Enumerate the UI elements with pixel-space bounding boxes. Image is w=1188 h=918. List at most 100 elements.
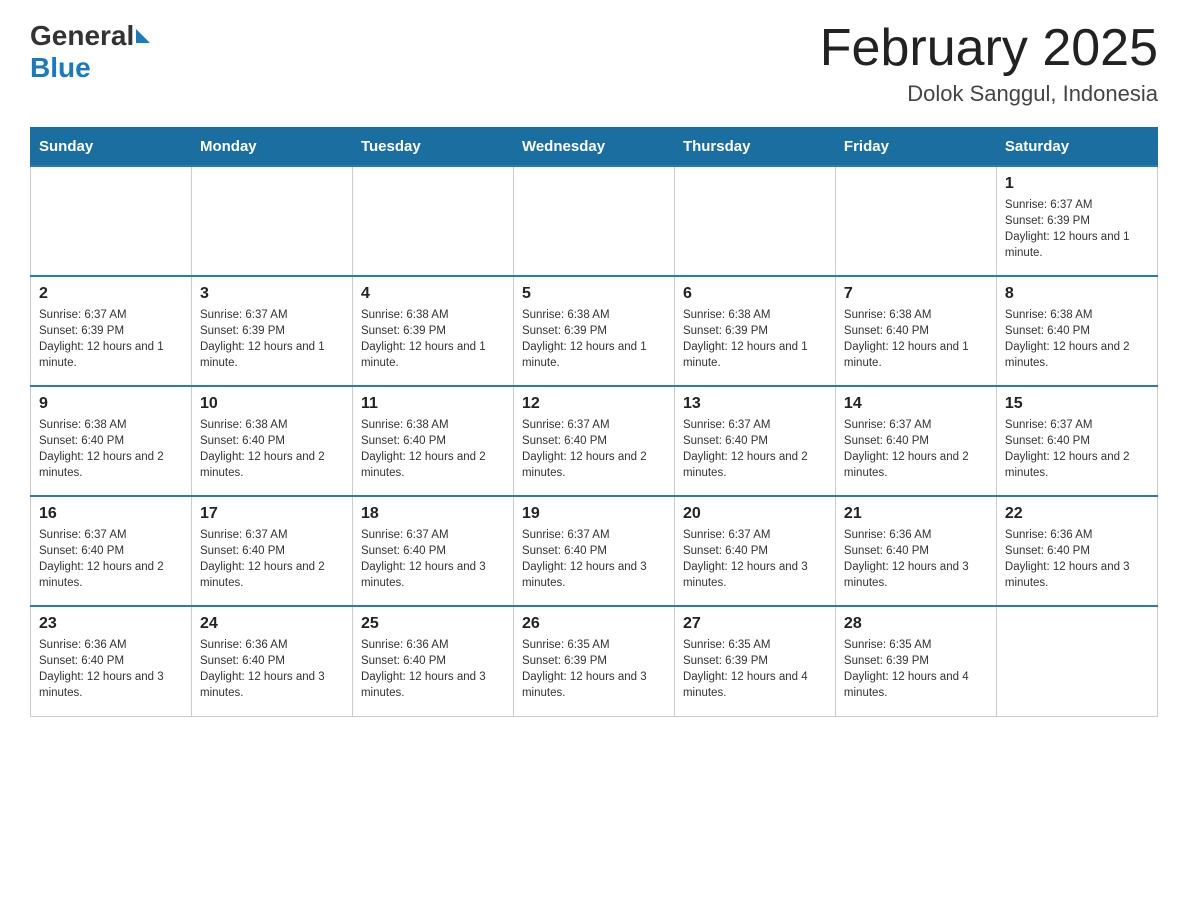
month-title: February 2025 (820, 20, 1158, 77)
calendar-day-cell: 20 Sunrise: 6:37 AM Sunset: 6:40 PM Dayli… (674, 496, 835, 606)
calendar-day-cell: 11 Sunrise: 6:38 AM Sunset: 6:40 PM Dayli… (352, 386, 513, 496)
calendar-day-cell (513, 166, 674, 276)
day-number: 2 (39, 285, 183, 303)
calendar-day-cell: 12 Sunrise: 6:37 AM Sunset: 6:40 PM Dayli… (513, 386, 674, 496)
calendar-day-cell: 7 Sunrise: 6:38 AM Sunset: 6:40 PM Daylig… (835, 276, 996, 386)
day-number: 6 (683, 285, 827, 303)
calendar-table: SundayMondayTuesdayWednesdayThursdayFrid… (30, 127, 1158, 717)
calendar-day-cell: 19 Sunrise: 6:37 AM Sunset: 6:40 PM Dayli… (513, 496, 674, 606)
calendar-day-cell: 24 Sunrise: 6:36 AM Sunset: 6:40 PM Dayli… (191, 606, 352, 716)
day-of-week-header: Monday (191, 128, 352, 167)
day-number: 11 (361, 395, 505, 413)
logo-arrow-icon (136, 29, 150, 43)
day-info: Sunrise: 6:37 AM Sunset: 6:40 PM Dayligh… (683, 527, 827, 591)
day-info: Sunrise: 6:36 AM Sunset: 6:40 PM Dayligh… (39, 637, 183, 701)
day-number: 16 (39, 505, 183, 523)
calendar-week-row: 16 Sunrise: 6:37 AM Sunset: 6:40 PM Dayli… (31, 496, 1158, 606)
day-number: 22 (1005, 505, 1149, 523)
calendar-day-cell: 3 Sunrise: 6:37 AM Sunset: 6:39 PM Daylig… (191, 276, 352, 386)
day-number: 20 (683, 505, 827, 523)
day-info: Sunrise: 6:37 AM Sunset: 6:40 PM Dayligh… (361, 527, 505, 591)
day-of-week-header: Tuesday (352, 128, 513, 167)
calendar-header-row: SundayMondayTuesdayWednesdayThursdayFrid… (31, 128, 1158, 167)
day-info: Sunrise: 6:37 AM Sunset: 6:40 PM Dayligh… (39, 527, 183, 591)
day-number: 28 (844, 615, 988, 633)
calendar-day-cell: 6 Sunrise: 6:38 AM Sunset: 6:39 PM Daylig… (674, 276, 835, 386)
day-info: Sunrise: 6:36 AM Sunset: 6:40 PM Dayligh… (1005, 527, 1149, 591)
day-info: Sunrise: 6:38 AM Sunset: 6:39 PM Dayligh… (522, 307, 666, 371)
day-number: 5 (522, 285, 666, 303)
calendar-week-row: 23 Sunrise: 6:36 AM Sunset: 6:40 PM Dayli… (31, 606, 1158, 716)
calendar-day-cell: 1Sunrise: 6:37 AM Sunset: 6:39 PM Daylig… (996, 166, 1157, 276)
day-number: 8 (1005, 285, 1149, 303)
calendar-day-cell: 21 Sunrise: 6:36 AM Sunset: 6:40 PM Dayli… (835, 496, 996, 606)
logo-blue-text: Blue (30, 52, 91, 83)
day-number: 9 (39, 395, 183, 413)
calendar-day-cell: 27 Sunrise: 6:35 AM Sunset: 6:39 PM Dayli… (674, 606, 835, 716)
calendar-day-cell: 10Sunrise: 6:38 AM Sunset: 6:40 PM Dayli… (191, 386, 352, 496)
day-info: Sunrise: 6:37 AM Sunset: 6:39 PM Dayligh… (1005, 197, 1149, 261)
day-number: 25 (361, 615, 505, 633)
day-info: Sunrise: 6:38 AM Sunset: 6:39 PM Dayligh… (361, 307, 505, 371)
day-number: 23 (39, 615, 183, 633)
day-info: Sunrise: 6:37 AM Sunset: 6:40 PM Dayligh… (683, 417, 827, 481)
day-of-week-header: Sunday (31, 128, 192, 167)
calendar-day-cell (674, 166, 835, 276)
day-info: Sunrise: 6:37 AM Sunset: 6:40 PM Dayligh… (1005, 417, 1149, 481)
day-info: Sunrise: 6:35 AM Sunset: 6:39 PM Dayligh… (683, 637, 827, 701)
logo-general-text: General (30, 20, 134, 52)
calendar-day-cell: 14Sunrise: 6:37 AM Sunset: 6:40 PM Dayli… (835, 386, 996, 496)
calendar-day-cell: 25 Sunrise: 6:36 AM Sunset: 6:40 PM Dayli… (352, 606, 513, 716)
day-info: Sunrise: 6:36 AM Sunset: 6:40 PM Dayligh… (361, 637, 505, 701)
calendar-week-row: 2 Sunrise: 6:37 AM Sunset: 6:39 PM Daylig… (31, 276, 1158, 386)
title-section: February 2025 Dolok Sanggul, Indonesia (820, 20, 1158, 107)
day-info: Sunrise: 6:35 AM Sunset: 6:39 PM Dayligh… (522, 637, 666, 701)
calendar-day-cell: 16 Sunrise: 6:37 AM Sunset: 6:40 PM Dayli… (31, 496, 192, 606)
day-number: 18 (361, 505, 505, 523)
calendar-day-cell: 9Sunrise: 6:38 AM Sunset: 6:40 PM Daylig… (31, 386, 192, 496)
calendar-day-cell: 15 Sunrise: 6:37 AM Sunset: 6:40 PM Dayli… (996, 386, 1157, 496)
day-number: 15 (1005, 395, 1149, 413)
day-info: Sunrise: 6:37 AM Sunset: 6:40 PM Dayligh… (522, 527, 666, 591)
day-info: Sunrise: 6:37 AM Sunset: 6:40 PM Dayligh… (522, 417, 666, 481)
day-info: Sunrise: 6:37 AM Sunset: 6:39 PM Dayligh… (200, 307, 344, 371)
calendar-day-cell (835, 166, 996, 276)
page-header: General Blue February 2025 Dolok Sanggul… (30, 20, 1158, 107)
day-number: 27 (683, 615, 827, 633)
day-number: 14 (844, 395, 988, 413)
day-number: 19 (522, 505, 666, 523)
day-number: 10 (200, 395, 344, 413)
day-info: Sunrise: 6:38 AM Sunset: 6:40 PM Dayligh… (361, 417, 505, 481)
logo: General Blue (30, 20, 152, 84)
calendar-day-cell: 2 Sunrise: 6:37 AM Sunset: 6:39 PM Daylig… (31, 276, 192, 386)
day-number: 12 (522, 395, 666, 413)
day-info: Sunrise: 6:36 AM Sunset: 6:40 PM Dayligh… (200, 637, 344, 701)
day-info: Sunrise: 6:38 AM Sunset: 6:40 PM Dayligh… (844, 307, 988, 371)
calendar-day-cell: 26 Sunrise: 6:35 AM Sunset: 6:39 PM Dayli… (513, 606, 674, 716)
day-number: 26 (522, 615, 666, 633)
day-number: 21 (844, 505, 988, 523)
calendar-day-cell: 5 Sunrise: 6:38 AM Sunset: 6:39 PM Daylig… (513, 276, 674, 386)
day-number: 7 (844, 285, 988, 303)
day-number: 17 (200, 505, 344, 523)
calendar-day-cell (352, 166, 513, 276)
calendar-day-cell (996, 606, 1157, 716)
calendar-day-cell: 17Sunrise: 6:37 AM Sunset: 6:40 PM Dayli… (191, 496, 352, 606)
calendar-day-cell: 18 Sunrise: 6:37 AM Sunset: 6:40 PM Dayli… (352, 496, 513, 606)
day-info: Sunrise: 6:37 AM Sunset: 6:39 PM Dayligh… (39, 307, 183, 371)
day-info: Sunrise: 6:38 AM Sunset: 6:40 PM Dayligh… (1005, 307, 1149, 371)
day-of-week-header: Wednesday (513, 128, 674, 167)
day-number: 3 (200, 285, 344, 303)
day-info: Sunrise: 6:38 AM Sunset: 6:39 PM Dayligh… (683, 307, 827, 371)
day-of-week-header: Thursday (674, 128, 835, 167)
day-number: 13 (683, 395, 827, 413)
day-of-week-header: Friday (835, 128, 996, 167)
calendar-day-cell: 22 Sunrise: 6:36 AM Sunset: 6:40 PM Dayli… (996, 496, 1157, 606)
calendar-day-cell (31, 166, 192, 276)
day-number: 24 (200, 615, 344, 633)
day-info: Sunrise: 6:36 AM Sunset: 6:40 PM Dayligh… (844, 527, 988, 591)
calendar-day-cell: 23 Sunrise: 6:36 AM Sunset: 6:40 PM Dayli… (31, 606, 192, 716)
day-info: Sunrise: 6:35 AM Sunset: 6:39 PM Dayligh… (844, 637, 988, 701)
calendar-day-cell: 13 Sunrise: 6:37 AM Sunset: 6:40 PM Dayli… (674, 386, 835, 496)
calendar-day-cell: 28 Sunrise: 6:35 AM Sunset: 6:39 PM Dayli… (835, 606, 996, 716)
